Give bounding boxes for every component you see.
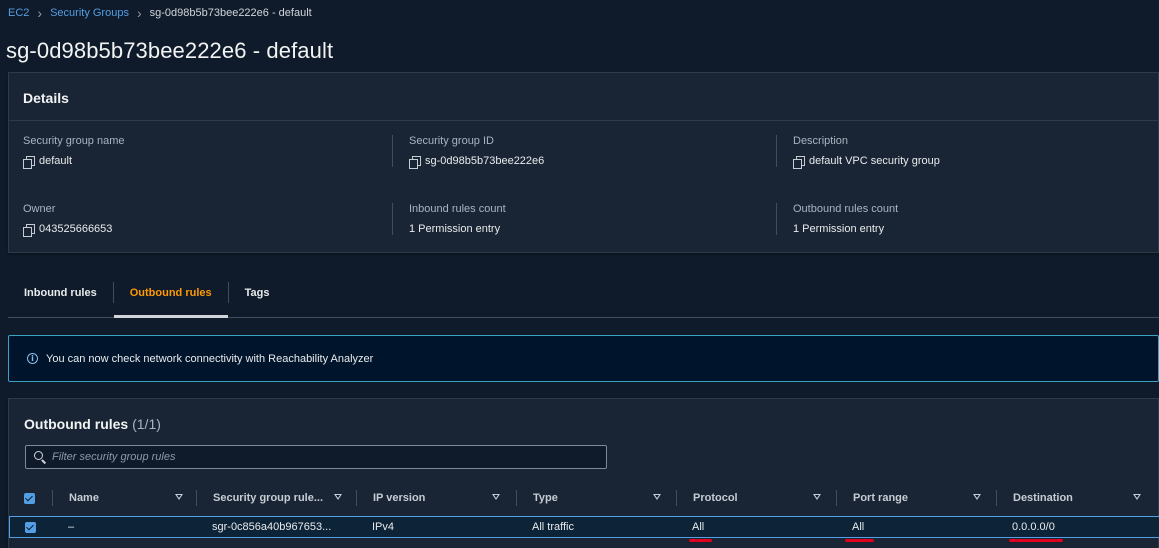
sort-caret-icon <box>973 494 981 500</box>
breadcrumb-link-ec2[interactable]: EC2 <box>8 7 29 19</box>
table-header: Name Security group rule... IP version T… <box>9 485 1159 511</box>
cell-type: All traffic <box>532 521 574 533</box>
sort-caret-icon <box>492 494 500 500</box>
breadcrumb: EC2 › Security Groups › sg-0d98b5b73bee2… <box>8 5 312 21</box>
chevron-right-icon: › <box>37 5 43 21</box>
field-label: Owner <box>23 203 56 215</box>
field-description: Description default VPC security group <box>776 135 1136 169</box>
field-label: Security group ID <box>409 135 494 147</box>
cell-rule-id[interactable]: sgr-0c856a40b967653... <box>212 517 352 537</box>
annotation-underline-port-range <box>845 539 874 542</box>
rules-title: Outbound rules <box>24 416 129 432</box>
column-header-destination[interactable]: Destination <box>996 490 1141 506</box>
sort-caret-icon <box>813 494 821 500</box>
field-value: default VPC security group <box>809 155 940 167</box>
field-label: Outbound rules count <box>793 203 899 215</box>
field-security-group-name: Security group name default <box>23 135 383 169</box>
column-header-ip-version[interactable]: IP version <box>356 490 500 506</box>
tab-bar: Inbound rules Outbound rules Tags <box>8 270 1159 318</box>
field-value: 043525666653 <box>39 223 113 235</box>
flash-text: You can now check network connectivity w… <box>46 352 374 365</box>
select-all-checkbox[interactable] <box>24 492 35 504</box>
cell-ip-version: IPv4 <box>372 521 395 533</box>
field-outbound-rules-count: Outbound rules count 1 Permission entry <box>776 203 1136 235</box>
sort-caret-icon <box>175 494 183 500</box>
page-title: sg-0d98b5b73bee222e6 - default <box>6 38 334 63</box>
column-header-type[interactable]: Type <box>516 490 661 506</box>
annotation-underline-destination <box>1009 539 1063 542</box>
chevron-right-icon: › <box>136 5 142 21</box>
filter-box <box>25 445 607 469</box>
field-value: default <box>39 155 73 167</box>
field-inbound-rules-count: Inbound rules count 1 Permission entry <box>392 203 752 235</box>
breadcrumb-link-security-groups[interactable]: Security Groups <box>50 7 129 19</box>
copy-icon[interactable] <box>23 223 35 237</box>
cell-protocol: All <box>692 521 705 533</box>
filter-input[interactable] <box>52 451 592 463</box>
cell-destination: 0.0.0.0/0 <box>1012 521 1055 533</box>
sort-caret-icon <box>1133 494 1141 500</box>
rules-heading: Outbound rules (1/1) <box>24 416 161 432</box>
search-icon <box>34 451 46 463</box>
breadcrumb-current: sg-0d98b5b73bee222e6 - default <box>149 7 312 19</box>
column-header-name[interactable]: Name <box>52 490 183 506</box>
field-value: 1 Permission entry <box>409 223 501 235</box>
field-value: 1 Permission entry <box>793 223 885 235</box>
column-header-rule-id[interactable]: Security group rule... <box>196 490 342 506</box>
field-label: Inbound rules count <box>409 203 506 215</box>
cell-port-range: All <box>852 521 865 533</box>
field-owner: Owner 043525666653 <box>23 203 383 237</box>
copy-icon[interactable] <box>409 155 421 169</box>
table-row[interactable]: – sgr-0c856a40b967653... IPv4 All traffi… <box>9 516 1159 538</box>
details-panel: Details Security group name default Secu… <box>8 72 1159 253</box>
cell-name: – <box>68 521 75 533</box>
info-icon: i <box>27 353 38 364</box>
copy-icon[interactable] <box>793 155 805 169</box>
tab-tags[interactable]: Tags <box>229 270 286 317</box>
sort-caret-icon <box>334 494 342 500</box>
tab-inbound-rules[interactable]: Inbound rules <box>8 270 113 317</box>
field-value: sg-0d98b5b73bee222e6 <box>425 155 545 167</box>
column-header-protocol[interactable]: Protocol <box>676 490 821 506</box>
annotation-underline-protocol <box>689 539 712 542</box>
field-label: Security group name <box>23 135 125 147</box>
rules-count: (1/1) <box>132 416 161 432</box>
tab-outbound-rules[interactable]: Outbound rules <box>113 270 228 318</box>
sort-caret-icon <box>653 494 661 500</box>
column-header-port-range[interactable]: Port range <box>836 490 981 506</box>
field-label: Description <box>793 135 849 147</box>
outbound-rules-panel: Outbound rules (1/1) Name Security group… <box>8 398 1159 548</box>
info-flash-banner: i You can now check network connectivity… <box>8 335 1159 382</box>
copy-icon[interactable] <box>23 155 35 169</box>
row-checkbox[interactable] <box>25 521 36 533</box>
details-heading: Details <box>9 73 1158 121</box>
field-security-group-id: Security group ID sg-0d98b5b73bee222e6 <box>392 135 752 169</box>
